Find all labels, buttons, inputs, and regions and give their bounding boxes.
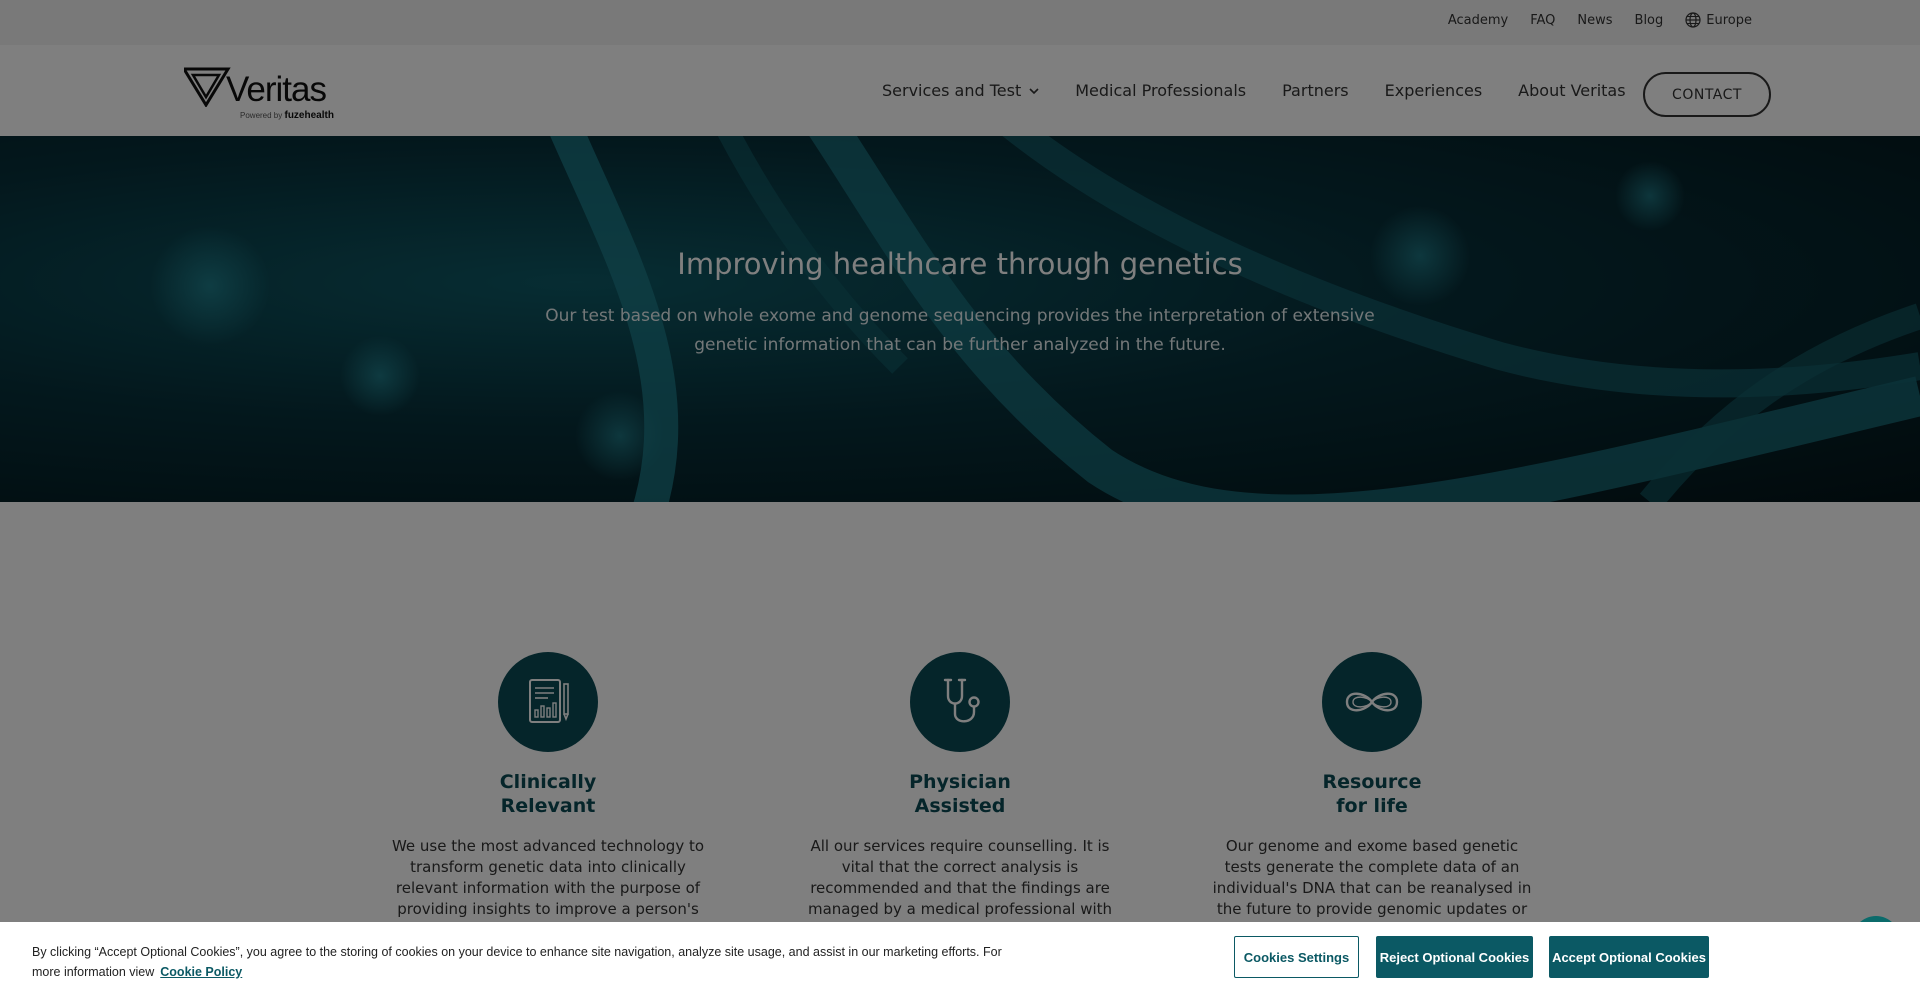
feature-title: Clinically Relevant — [499, 771, 597, 817]
nav-services-and-test[interactable]: Services and Test — [882, 81, 1039, 100]
accept-optional-cookies-button[interactable]: Accept Optional Cookies — [1549, 936, 1709, 978]
infinity-dna-icon — [1322, 652, 1422, 752]
hero-title: Improving healthcare through genetics — [677, 247, 1243, 281]
reject-optional-cookies-button[interactable]: Reject Optional Cookies — [1376, 936, 1533, 978]
cookie-policy-link[interactable]: Cookie Policy — [160, 965, 242, 979]
veritas-logo-mark-icon — [184, 67, 231, 107]
region-label: Europe — [1706, 12, 1752, 28]
region-selector[interactable]: Europe — [1685, 12, 1752, 28]
nav-medical-professionals[interactable]: Medical Professionals — [1075, 81, 1246, 100]
logo-wordmark: Veritas — [226, 70, 327, 109]
hero-subtitle: Our test based on whole exome and genome… — [545, 306, 1375, 355]
cookies-settings-button[interactable]: Cookies Settings — [1234, 936, 1359, 978]
feature-physician-assisted: Physician Assisted All our services requ… — [790, 652, 1130, 941]
main-nav: Veritas Powered by fuzehealth Services a… — [0, 45, 1920, 136]
nav-partners[interactable]: Partners — [1282, 81, 1348, 100]
utility-link-academy[interactable]: Academy — [1448, 13, 1508, 28]
utility-link-blog[interactable]: Blog — [1635, 13, 1664, 28]
utility-link-faq[interactable]: FAQ — [1530, 13, 1555, 28]
feature-title: Physician Assisted — [909, 771, 1011, 817]
cookie-consent-text: By clicking “Accept Optional Cookies”, y… — [32, 945, 1002, 979]
chevron-down-icon — [1029, 87, 1039, 94]
globe-icon — [1685, 12, 1701, 28]
nav-about-veritas[interactable]: About Veritas — [1518, 81, 1625, 100]
hero-banner: Improving healthcare through genetics Ou… — [0, 136, 1920, 502]
contact-button[interactable]: CONTACT — [1643, 72, 1771, 117]
utility-bar: Academy FAQ News Blog Europe — [0, 0, 1920, 45]
cookie-consent-banner: By clicking “Accept Optional Cookies”, y… — [0, 922, 1920, 993]
features-section: Clinically Relevant We use the most adva… — [0, 502, 1920, 993]
primary-nav: Services and Test Medical Professionals … — [882, 45, 1626, 136]
utility-link-news[interactable]: News — [1577, 13, 1612, 28]
feature-clinically-relevant: Clinically Relevant We use the most adva… — [378, 652, 718, 941]
stethoscope-icon — [910, 652, 1010, 752]
nav-experiences[interactable]: Experiences — [1385, 81, 1483, 100]
logo-tagline: Powered by fuzehealth — [240, 110, 334, 121]
veritas-logo[interactable]: Veritas Powered by fuzehealth — [184, 63, 344, 125]
feature-resource-for-life: Resource for life Our genome and exome b… — [1202, 652, 1542, 941]
utility-links: Academy FAQ News Blog Europe — [1448, 0, 1752, 40]
feature-title: Resource for life — [1322, 771, 1422, 817]
report-chart-icon — [498, 652, 598, 752]
